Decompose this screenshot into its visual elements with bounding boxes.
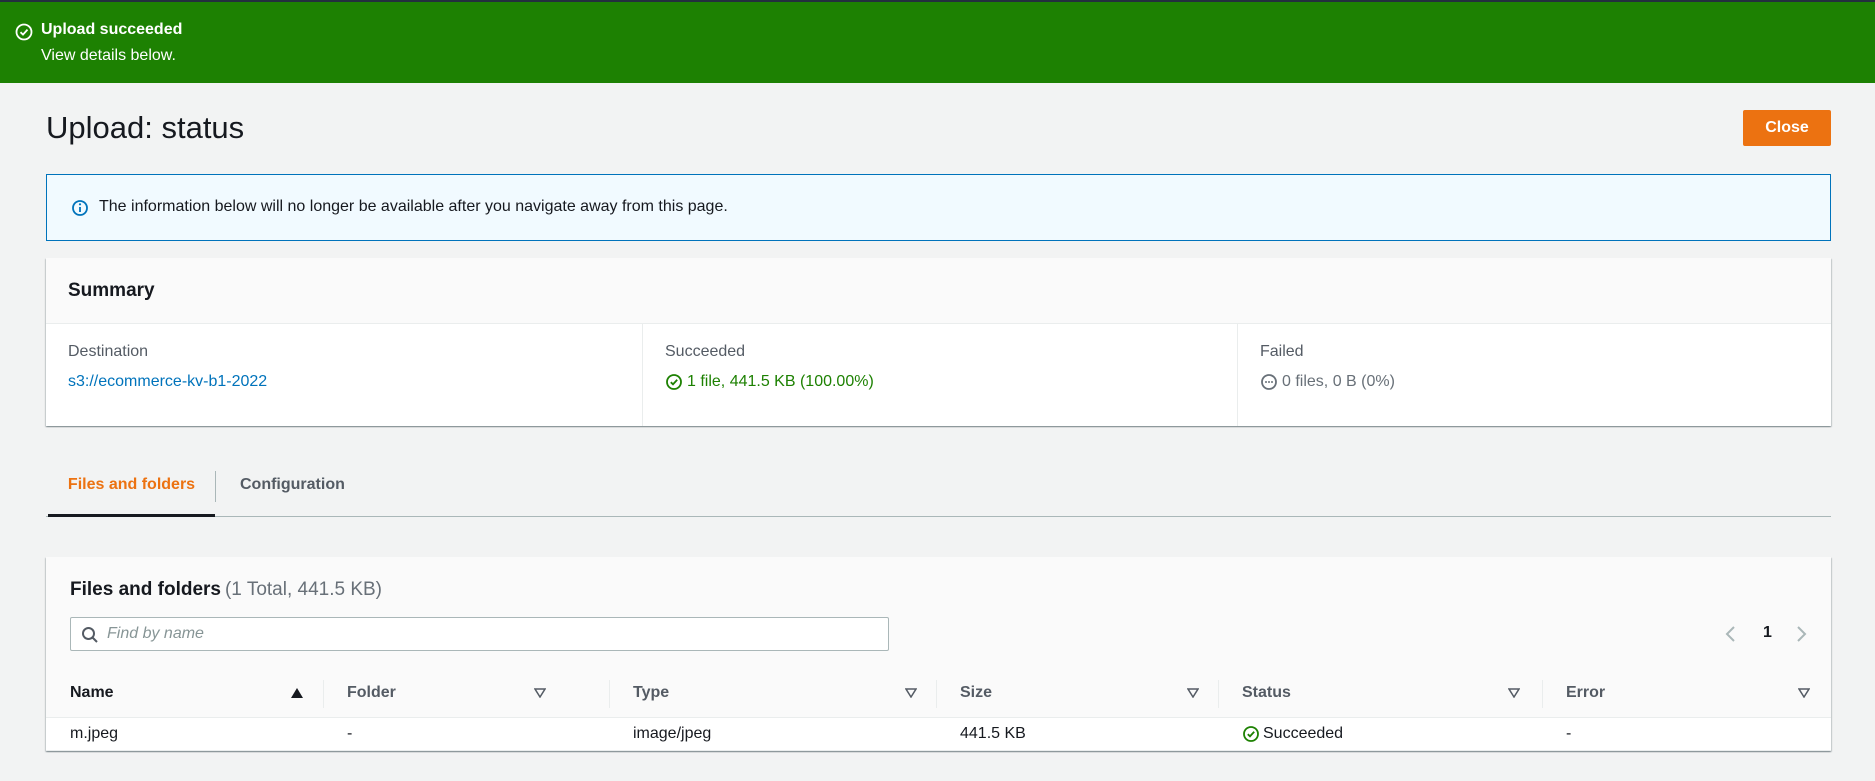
- destination-link[interactable]: s3://ecommerce-kv-b1-2022: [68, 373, 267, 391]
- column-label: Folder: [347, 684, 396, 701]
- column-separator: [323, 680, 324, 708]
- tab-files-and-folders[interactable]: Files and folders: [48, 461, 215, 517]
- destination-label: Destination: [68, 343, 149, 360]
- column-header-type[interactable]: Type: [609, 670, 936, 718]
- page-number[interactable]: 1: [1763, 624, 1772, 642]
- cell-status: Succeeded: [1242, 725, 1343, 743]
- column-label: Error: [1566, 684, 1606, 701]
- column-header-folder[interactable]: Folder: [323, 670, 563, 718]
- files-table-panel: Files and folders(1 Total, 441.5 KB) 1 N…: [46, 557, 1831, 751]
- pagination: 1: [1724, 620, 1824, 648]
- info-alert: The information below will no longer be …: [46, 174, 1831, 241]
- sort-icon[interactable]: [534, 688, 546, 698]
- tab-label: Configuration: [240, 476, 345, 493]
- column-separator: [609, 680, 610, 708]
- files-title-text: Files and folders: [70, 579, 221, 600]
- column-separator: [1542, 680, 1543, 708]
- pending-ellipsis-icon: [1261, 374, 1277, 390]
- table-row: m.jpeg - image/jpeg 441.5 KB Succeeded -: [46, 718, 1831, 751]
- close-button[interactable]: Close: [1743, 110, 1831, 146]
- chevron-right-icon[interactable]: [1794, 626, 1808, 642]
- succeeded-value: 1 file, 441.5 KB (100.00%): [687, 373, 874, 390]
- status-text: Succeeded: [1263, 725, 1344, 742]
- summary-destination: Destination s3://ecommerce-kv-b1-2022: [46, 324, 641, 426]
- column-label: Name: [70, 684, 114, 701]
- column-separator: [1218, 680, 1219, 708]
- files-count: (1 Total, 441.5 KB): [224, 579, 383, 600]
- search-icon: [82, 627, 98, 643]
- info-icon: [72, 200, 88, 216]
- summary-succeeded: Succeeded 1 file, 441.5 KB (100.00%): [642, 324, 1237, 426]
- cell-size: 441.5 KB: [960, 725, 1026, 742]
- search-input[interactable]: [107, 618, 877, 650]
- sort-icon[interactable]: [1798, 688, 1810, 698]
- cell-error: -: [1566, 725, 1572, 742]
- succeeded-label: Succeeded: [665, 343, 746, 360]
- sort-ascending-icon[interactable]: [291, 688, 303, 698]
- flash-banner: Upload succeeded View details below.: [0, 0, 1875, 83]
- summary-failed: Failed 0 files, 0 B (0%): [1237, 324, 1832, 426]
- table-header-row: Name Folder Type Size Status Error: [46, 670, 1831, 718]
- column-label: Status: [1242, 684, 1291, 701]
- summary-title: Summary: [46, 258, 1831, 324]
- flash-title: Upload succeeded: [41, 21, 183, 38]
- page-title: Upload: status: [46, 110, 245, 145]
- search-box: [70, 617, 889, 651]
- tab-bar: Files and folders Configuration: [46, 461, 1831, 517]
- info-alert-text: The information below will no longer be …: [99, 198, 728, 215]
- column-header-error[interactable]: Error: [1542, 670, 1831, 718]
- success-check-icon: [666, 374, 682, 390]
- files-table-title: Files and folders (1 Total, 441.5 KB): [70, 579, 382, 601]
- cell-type: image/jpeg: [633, 725, 712, 742]
- column-header-status[interactable]: Status: [1218, 670, 1542, 718]
- summary-panel: Summary Destination s3://ecommerce-kv-b1…: [46, 258, 1831, 426]
- failed-label: Failed: [1260, 343, 1304, 360]
- tab-label: Files and folders: [67, 476, 196, 493]
- sort-icon[interactable]: [905, 688, 917, 698]
- column-label: Type: [633, 684, 670, 701]
- column-label: Size: [960, 684, 993, 701]
- file-name-link[interactable]: m.jpeg: [70, 725, 118, 743]
- flash-message: View details below.: [41, 47, 176, 64]
- chevron-left-icon[interactable]: [1724, 626, 1738, 642]
- tab-divider: [215, 471, 216, 502]
- check-circle-icon: [15, 23, 33, 41]
- sort-icon[interactable]: [1187, 688, 1199, 698]
- tab-configuration[interactable]: Configuration: [240, 461, 364, 517]
- cell-folder: -: [347, 725, 353, 742]
- files-table-header: Files and folders(1 Total, 441.5 KB) 1: [46, 557, 1831, 670]
- failed-value: 0 files, 0 B (0%): [1282, 373, 1395, 390]
- column-separator: [936, 680, 937, 708]
- sort-icon[interactable]: [1508, 688, 1520, 698]
- column-header-name[interactable]: Name: [46, 670, 323, 718]
- column-header-size[interactable]: Size: [936, 670, 1218, 718]
- success-check-icon: [1243, 726, 1259, 742]
